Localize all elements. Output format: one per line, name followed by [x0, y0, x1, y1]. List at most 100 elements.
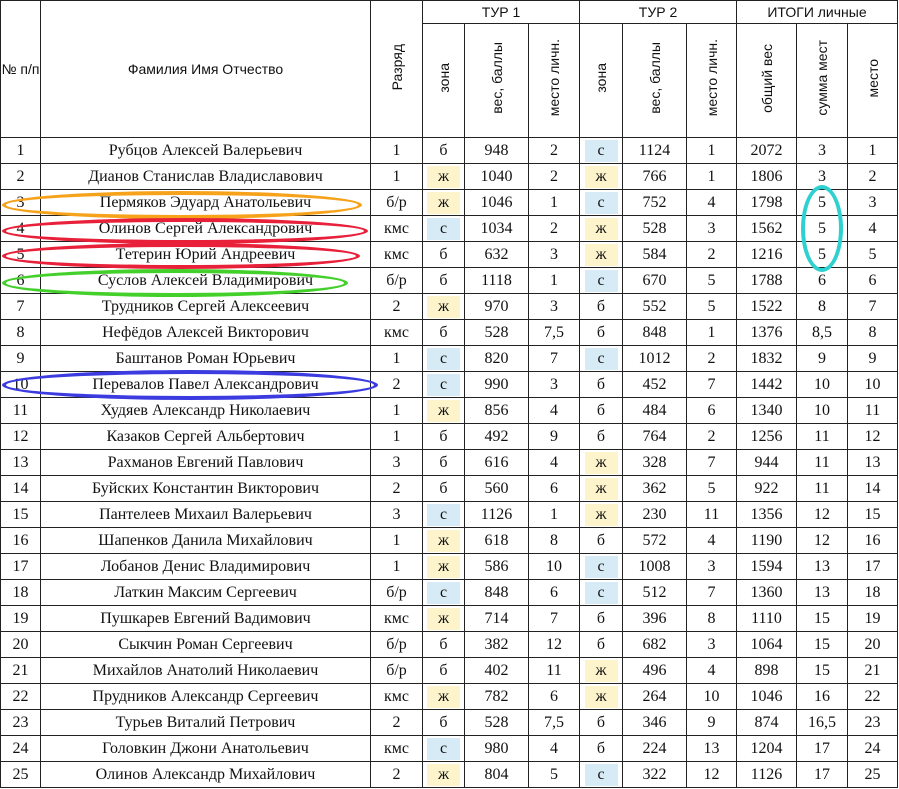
sum-of-places: 3	[796, 163, 848, 190]
zone-chip: б	[439, 245, 448, 263]
row-number: 24	[0, 735, 41, 762]
participant-rank: б/р	[370, 579, 423, 606]
header-rank: Разряд	[370, 0, 423, 138]
tour1-place: 2	[528, 163, 580, 190]
tour2-place: 4	[686, 657, 737, 684]
participant-name: Нефёдов Алексей Викторович	[40, 319, 371, 346]
final-place: 24	[846, 735, 899, 762]
participant-rank: кмс	[370, 683, 423, 710]
tour2-weight: 322	[622, 761, 687, 788]
tour1-weight: 402	[464, 657, 529, 684]
tour2-zone: б	[579, 709, 623, 736]
tour2-place: 9	[686, 709, 737, 736]
tour2-zone: с	[579, 137, 623, 164]
participant-rank: 3	[370, 501, 423, 528]
participant-rank: б/р	[370, 631, 423, 658]
total-weight: 1798	[736, 189, 797, 216]
tour2-weight: 766	[622, 163, 687, 190]
tour1-zone: с	[422, 371, 465, 398]
row-number: 20	[0, 631, 41, 658]
final-place: 5	[846, 241, 899, 268]
row-number: 4	[0, 215, 41, 242]
participant-rank: 2	[370, 475, 423, 502]
zone-chip: ж	[427, 555, 460, 578]
zone-chip: б	[439, 427, 448, 445]
table-row: 9 Баштанов Роман Юрьевич 1 с 820 7 с 1012 2 1832 9…	[0, 345, 899, 372]
header-tour1-zone: зона	[422, 23, 465, 138]
participant-rank: 1	[370, 397, 423, 424]
participant-rank: кмс	[370, 735, 423, 762]
tour2-place: 4	[686, 189, 737, 216]
participant-name: Казаков Сергей Альбертович	[40, 423, 371, 450]
tour2-zone: б	[579, 605, 623, 632]
total-weight: 1204	[736, 735, 797, 762]
tour1-zone: ж	[422, 163, 465, 190]
table-row: 20 Сыкчин Роман Сергеевич б/р б 382 12 б 682 3 10…	[0, 631, 899, 658]
total-weight: 1216	[736, 241, 797, 268]
participant-rank: 2	[370, 761, 423, 788]
tour1-place: 10	[528, 553, 580, 580]
table-row: 6 Суслов Алексей Владимирович б/р б 1118 1 с 67…	[0, 267, 899, 294]
final-place: 7	[846, 293, 899, 320]
participant-rank: б/р	[370, 657, 423, 684]
tour1-place: 4	[528, 735, 580, 762]
zone-chip: с	[584, 555, 618, 578]
tour2-weight: 224	[622, 735, 687, 762]
header-tour2-weight: вес, баллы	[622, 23, 687, 138]
participant-name: Турьев Виталий Петрович	[40, 709, 371, 736]
table-row: 15 Пантелеев Михаил Валерьевич 3 с 1126 1 ж 230…	[0, 501, 899, 528]
tour2-weight: 572	[622, 527, 687, 554]
tour2-weight: 452	[622, 371, 687, 398]
sum-of-places: 10	[796, 371, 848, 398]
total-weight: 1806	[736, 163, 797, 190]
row-number: 14	[0, 475, 41, 502]
zone-chip: с	[427, 373, 460, 396]
participant-rank: кмс	[370, 319, 423, 346]
header-tour2: ТУР 2	[579, 0, 737, 24]
table-row: 10 Перевалов Павел Александрович 2 с 990 3 б 45…	[0, 371, 899, 398]
tour2-place: 2	[686, 345, 737, 372]
participant-rank: кмс	[370, 215, 423, 242]
tour1-weight: 980	[464, 735, 529, 762]
row-number: 16	[0, 527, 41, 554]
tour2-weight: 682	[622, 631, 687, 658]
tour2-place: 7	[686, 449, 737, 476]
participant-name: Дианов Станислав Владиславович	[40, 163, 371, 190]
tour1-weight: 1046	[464, 189, 529, 216]
participant-rank: б/р	[370, 189, 423, 216]
tour1-weight: 990	[464, 371, 529, 398]
tour2-zone: с	[579, 579, 623, 606]
zone-chip: ж	[584, 477, 618, 500]
tour2-zone: б	[579, 735, 623, 762]
table-row: 19 Пушкарев Евгений Вадимович кмс ж 714 7 б 396…	[0, 605, 899, 632]
participant-name: Олинов Сергей Александрович	[40, 215, 371, 242]
tour1-zone: б	[422, 631, 465, 658]
tour1-place: 3	[528, 293, 580, 320]
tour1-place: 4	[528, 449, 580, 476]
table-row: 11 Худяев Александр Николаевич 1 ж 856 4 б 484 6…	[0, 397, 899, 424]
tour1-weight: 632	[464, 241, 529, 268]
final-place: 17	[846, 553, 899, 580]
participant-name: Рахманов Евгений Павлович	[40, 449, 371, 476]
zone-chip: б	[439, 479, 448, 497]
final-place: 13	[846, 449, 899, 476]
final-place: 3	[846, 189, 899, 216]
tour2-place: 13	[686, 735, 737, 762]
sum-of-places: 11	[796, 423, 848, 450]
zone-chip: б	[596, 297, 606, 315]
header-tour1-place: место личн.	[528, 23, 580, 138]
table-row: 22 Прудников Александр Сергеевич кмс ж 782 6 ж…	[0, 683, 899, 710]
zone-chip: ж	[427, 529, 460, 552]
tour1-weight: 970	[464, 293, 529, 320]
table-row: 2 Дианов Станислав Владиславович 1 ж 1040 2 ж 7…	[0, 163, 899, 190]
participant-rank: 1	[370, 423, 423, 450]
participant-name: Трудников Сергей Алексеевич	[40, 293, 371, 320]
row-number: 18	[0, 579, 41, 606]
zone-chip: ж	[584, 685, 618, 708]
zone-chip: с	[584, 581, 618, 604]
zone-chip: б	[596, 531, 606, 549]
tour1-place: 5	[528, 761, 580, 788]
zone-chip: с	[584, 347, 618, 370]
tour2-weight: 1012	[622, 345, 687, 372]
participant-rank: 2	[370, 371, 423, 398]
